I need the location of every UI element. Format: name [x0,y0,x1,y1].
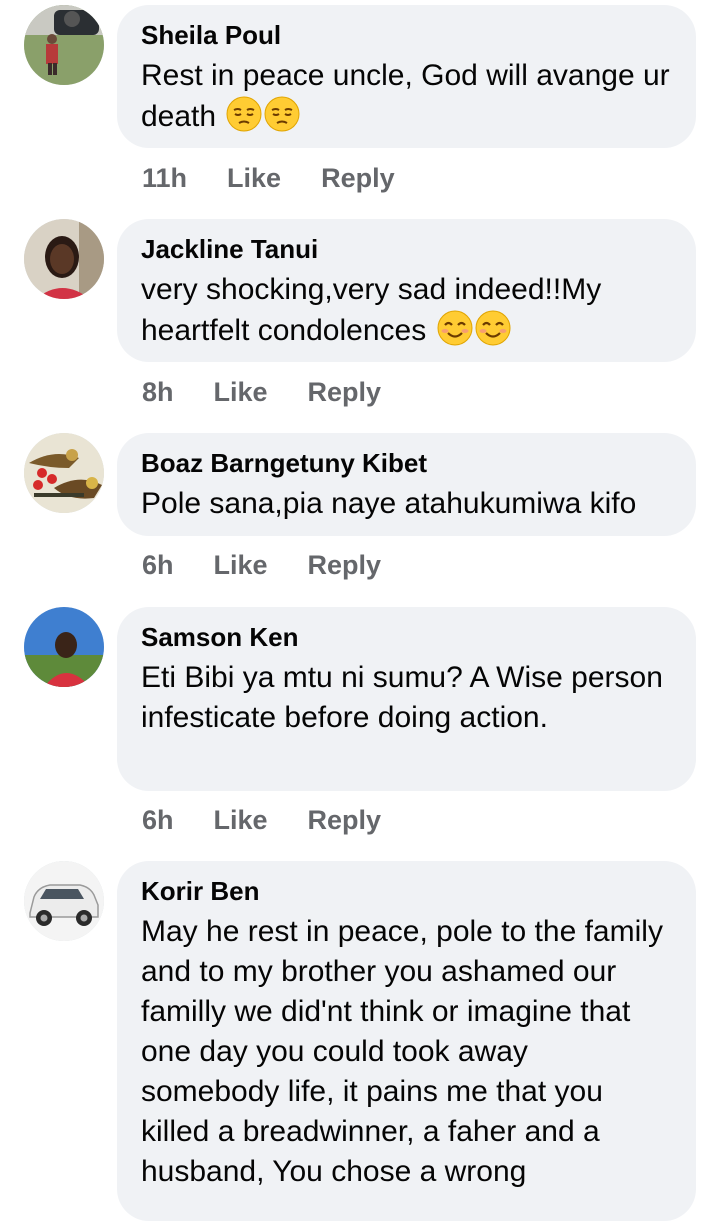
pensive-face-icon [264,96,300,132]
comment-text: Pole sana,pia naye atahukumiwa kifo [141,487,637,520]
comment-timestamp[interactable]: 11h [142,163,187,193]
comment-actions: 6h Like Reply [142,550,381,580]
reply-button[interactable]: Reply [308,550,382,580]
avatar[interactable] [24,433,104,513]
comment-text: Rest in peace uncle, God will avange ur … [141,56,672,137]
comment-text: Eti Bibi ya mtu ni sumu? A Wise person i… [141,661,663,734]
comment-author[interactable]: Samson Ken [141,622,672,652]
like-button[interactable]: Like [214,377,268,407]
avatar[interactable] [24,861,104,941]
comment-author[interactable]: Korir Ben [141,876,672,906]
comment-author[interactable]: Jackline Tanui [141,234,672,264]
smiling-face-icon [437,310,473,346]
comment-bubble: Jackline Tanui very shocking,very sad in… [117,219,696,362]
comment-text-content: very shocking,very sad indeed!!My heartf… [141,273,602,347]
avatar[interactable] [24,219,104,299]
reply-button[interactable]: Reply [308,805,382,835]
comment-actions: 8h Like Reply [142,377,381,407]
avatar[interactable] [24,5,104,85]
like-button[interactable]: Like [227,163,281,193]
comment-bubble: Korir Ben May he rest in peace, pole to … [117,861,696,1221]
comment-author[interactable]: Boaz Barngetuny Kibet [141,448,672,478]
like-button[interactable]: Like [214,805,268,835]
comment-bubble: Boaz Barngetuny Kibet Pole sana,pia naye… [117,433,696,536]
pensive-face-icon [226,96,262,132]
reply-button[interactable]: Reply [321,163,395,193]
comment-bubble: Samson Ken Eti Bibi ya mtu ni sumu? A Wi… [117,607,696,791]
comment-timestamp[interactable]: 6h [142,805,174,835]
comment-timestamp[interactable]: 6h [142,550,174,580]
like-button[interactable]: Like [214,550,268,580]
comment-text: very shocking,very sad indeed!!My heartf… [141,270,672,351]
comment-author[interactable]: Sheila Poul [141,20,672,50]
reply-button[interactable]: Reply [308,377,382,407]
comment-timestamp[interactable]: 8h [142,377,174,407]
comment-text-content: Rest in peace uncle, God will avange ur … [141,59,670,133]
comment-actions: 6h Like Reply [142,805,381,835]
comment-actions: 11h Like Reply [142,163,395,193]
smiling-face-icon [475,310,511,346]
comment-bubble: Sheila Poul Rest in peace uncle, God wil… [117,5,696,148]
comment-text: May he rest in peace, pole to the family… [141,915,663,1188]
avatar[interactable] [24,607,104,687]
